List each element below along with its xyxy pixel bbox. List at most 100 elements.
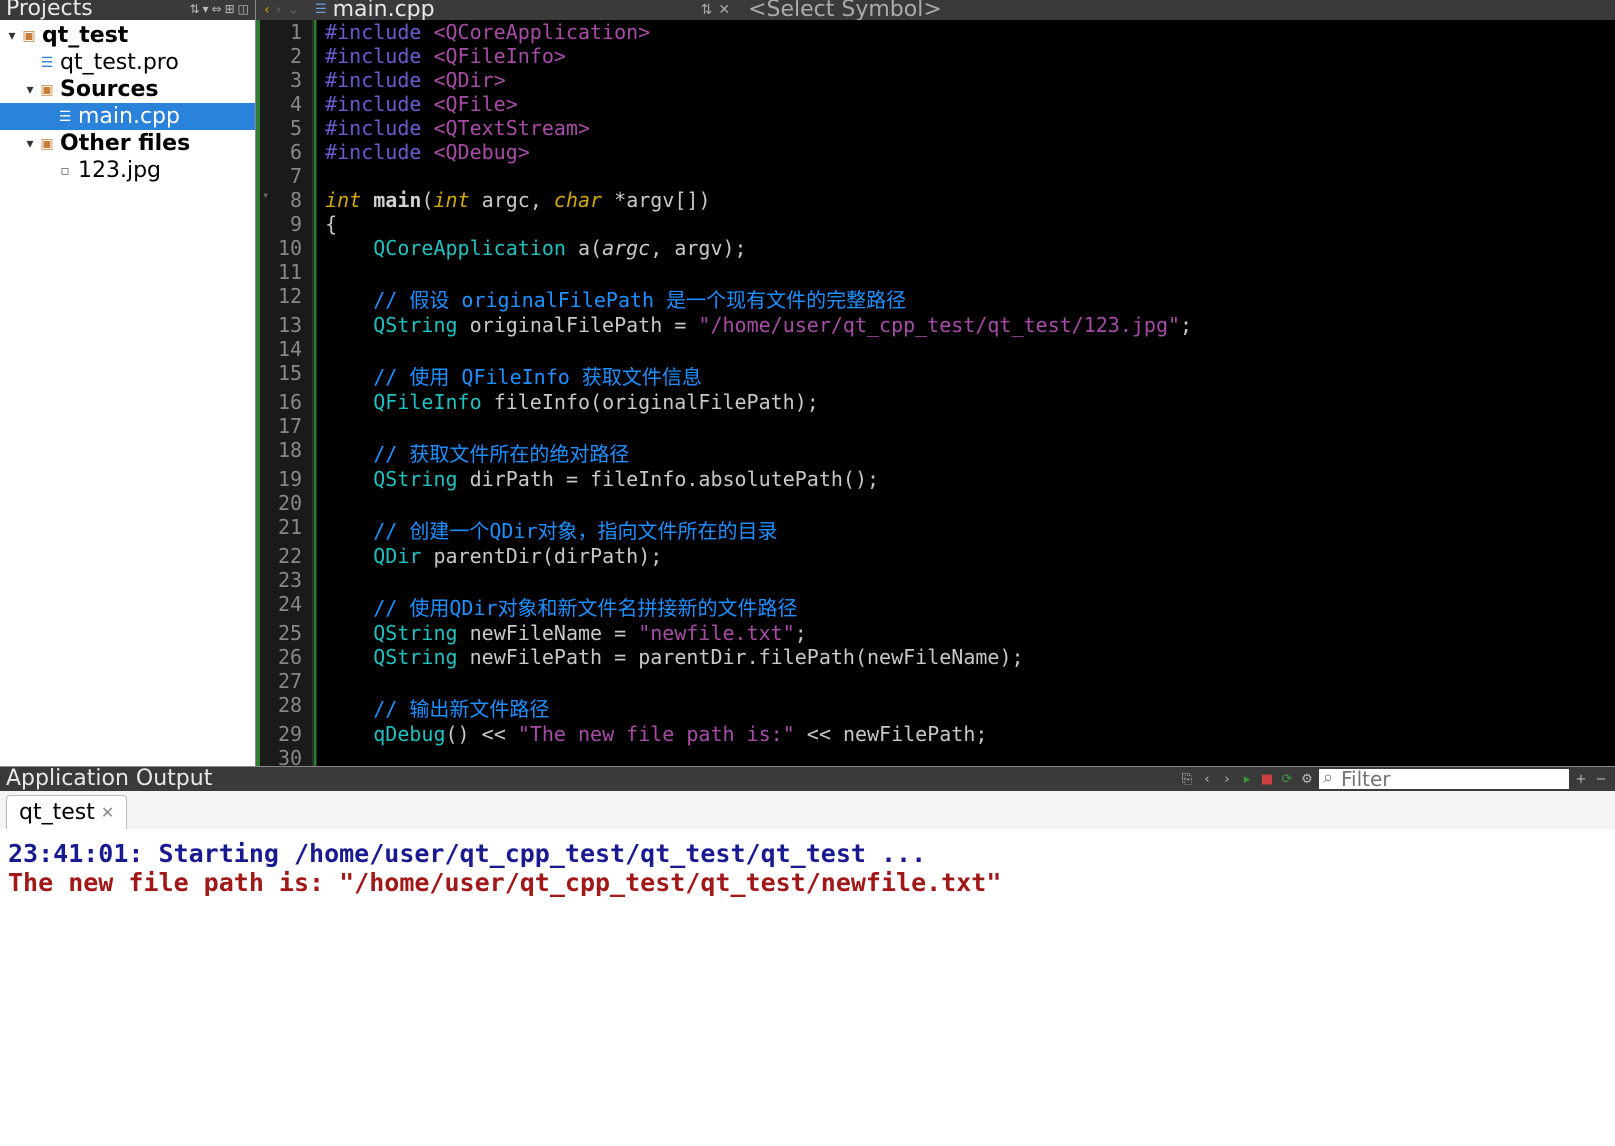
- line-number[interactable]: 6: [260, 140, 313, 164]
- filter-input[interactable]: [1319, 769, 1569, 789]
- output-tabs: qt_test ✕: [0, 791, 1615, 829]
- line-number[interactable]: 5: [260, 116, 313, 140]
- code-line[interactable]: #include <QDir>: [313, 68, 1615, 92]
- tree-other-folder[interactable]: ▾ ▣ Other files: [0, 130, 255, 157]
- expand-arrow-icon[interactable]: ▾: [22, 82, 38, 98]
- code-line[interactable]: [313, 337, 1615, 361]
- project-tree[interactable]: ▾ ▣ qt_test ☰ qt_test.pro ▾ ▣ Sources ☰ …: [0, 20, 255, 766]
- rerun-icon[interactable]: ⟳: [1279, 771, 1295, 787]
- line-number[interactable]: 3: [260, 68, 313, 92]
- line-number[interactable]: 4: [260, 92, 313, 116]
- line-number[interactable]: 28: [260, 693, 313, 722]
- sort-icon[interactable]: ⇅: [189, 3, 199, 15]
- code-line[interactable]: QString newFilePath = parentDir.filePath…: [313, 645, 1615, 669]
- output-tab[interactable]: qt_test ✕: [6, 795, 127, 829]
- code-line[interactable]: QString newFileName = "newfile.txt";: [313, 621, 1615, 645]
- line-number[interactable]: 15: [260, 361, 313, 390]
- code-line[interactable]: [313, 491, 1615, 515]
- attach-icon[interactable]: ⎘: [1179, 771, 1195, 787]
- nav-forward-icon[interactable]: ›: [274, 2, 284, 18]
- symbol-selector[interactable]: <Select Symbol>: [738, 4, 1615, 16]
- code-line[interactable]: [313, 746, 1615, 766]
- output-title: Application Output: [6, 772, 212, 786]
- next-icon[interactable]: ›: [1219, 771, 1235, 787]
- code-line[interactable]: // 获取文件所在的绝对路径: [313, 438, 1615, 467]
- line-number[interactable]: 13: [260, 313, 313, 337]
- line-number[interactable]: 11: [260, 260, 313, 284]
- output-header: Application Output ⎘ ‹ › ▸ ■ ⟳ ⚙ + −: [0, 767, 1615, 791]
- code-line[interactable]: QFileInfo fileInfo(originalFilePath);: [313, 390, 1615, 414]
- code-line[interactable]: #include <QFileInfo>: [313, 44, 1615, 68]
- code-line[interactable]: [313, 568, 1615, 592]
- prev-icon[interactable]: ‹: [1199, 771, 1215, 787]
- settings-icon[interactable]: ⚙: [1299, 771, 1315, 787]
- tree-image-file[interactable]: ▫ 123.jpg: [0, 157, 255, 184]
- code-line[interactable]: qDebug() << "The new file path is:" << n…: [313, 722, 1615, 746]
- nav-history-icon[interactable]: ⌄: [285, 2, 301, 18]
- line-number[interactable]: 16: [260, 390, 313, 414]
- code-line[interactable]: // 使用QDir对象和新文件名拼接新的文件路径: [313, 592, 1615, 621]
- close-icon[interactable]: ✕: [718, 4, 730, 16]
- code-line[interactable]: #include <QCoreApplication>: [313, 20, 1615, 44]
- stop-icon[interactable]: ■: [1259, 771, 1275, 787]
- output-tab-label: qt_test: [19, 800, 95, 825]
- tree-project-root[interactable]: ▾ ▣ qt_test: [0, 22, 255, 49]
- tab-dropdown-icon[interactable]: ⇅: [701, 4, 713, 16]
- code-line[interactable]: #include <QDebug>: [313, 140, 1615, 164]
- tree-main-cpp[interactable]: ☰ main.cpp: [0, 103, 255, 130]
- line-number[interactable]: 14: [260, 337, 313, 361]
- code-line[interactable]: [313, 260, 1615, 284]
- split-icon[interactable]: ◫: [238, 3, 249, 15]
- line-number[interactable]: 2: [260, 44, 313, 68]
- zoom-out-icon[interactable]: −: [1593, 771, 1609, 787]
- add-icon[interactable]: ⊞: [225, 3, 235, 15]
- line-number[interactable]: 30: [260, 746, 313, 766]
- line-number[interactable]: 10: [260, 236, 313, 260]
- line-number[interactable]: 29: [260, 722, 313, 746]
- line-number[interactable]: 20: [260, 491, 313, 515]
- code-editor[interactable]: 1#include <QCoreApplication>2#include <Q…: [256, 20, 1615, 766]
- close-icon[interactable]: ✕: [101, 803, 114, 822]
- expand-arrow-icon[interactable]: ▾: [4, 28, 20, 44]
- line-number[interactable]: 17: [260, 414, 313, 438]
- code-line[interactable]: {: [313, 212, 1615, 236]
- output-body[interactable]: 23:41:01: Starting /home/user/qt_cpp_tes…: [0, 829, 1615, 1146]
- line-number[interactable]: 19: [260, 467, 313, 491]
- line-number[interactable]: 26: [260, 645, 313, 669]
- nav-back-icon[interactable]: ‹: [262, 2, 272, 18]
- code-line[interactable]: [313, 669, 1615, 693]
- line-number[interactable]: 23: [260, 568, 313, 592]
- line-number[interactable]: 21: [260, 515, 313, 544]
- code-line[interactable]: int main(int argc, char *argv[]): [313, 188, 1615, 212]
- filter-icon[interactable]: ▾: [203, 3, 209, 15]
- line-number[interactable]: 12: [260, 284, 313, 313]
- line-number[interactable]: 24: [260, 592, 313, 621]
- tree-sources-folder[interactable]: ▾ ▣ Sources: [0, 76, 255, 103]
- code-line[interactable]: QString dirPath = fileInfo.absolutePath(…: [313, 467, 1615, 491]
- code-line[interactable]: QDir parentDir(dirPath);: [313, 544, 1615, 568]
- tree-pro-file[interactable]: ☰ qt_test.pro: [0, 49, 255, 76]
- code-line[interactable]: #include <QFile>: [313, 92, 1615, 116]
- expand-arrow-icon[interactable]: ▾: [22, 136, 38, 152]
- zoom-in-icon[interactable]: +: [1573, 771, 1589, 787]
- code-line[interactable]: // 假设 originalFilePath 是一个现有文件的完整路径: [313, 284, 1615, 313]
- editor-tab[interactable]: ☰ main.cpp ⇅ ✕: [307, 4, 738, 16]
- line-number[interactable]: 27: [260, 669, 313, 693]
- line-number[interactable]: 9: [260, 212, 313, 236]
- line-number[interactable]: 1: [260, 20, 313, 44]
- link-icon[interactable]: ⇔: [212, 3, 222, 15]
- run-icon[interactable]: ▸: [1239, 771, 1255, 787]
- code-line[interactable]: QString originalFilePath = "/home/user/q…: [313, 313, 1615, 337]
- code-line[interactable]: QCoreApplication a(argc, argv);: [313, 236, 1615, 260]
- line-number[interactable]: 7: [260, 164, 313, 188]
- line-number[interactable]: 8: [260, 188, 313, 212]
- code-line[interactable]: [313, 414, 1615, 438]
- code-line[interactable]: // 创建一个QDir对象，指向文件所在的目录: [313, 515, 1615, 544]
- line-number[interactable]: 25: [260, 621, 313, 645]
- code-line[interactable]: #include <QTextStream>: [313, 116, 1615, 140]
- code-line[interactable]: [313, 164, 1615, 188]
- line-number[interactable]: 22: [260, 544, 313, 568]
- line-number[interactable]: 18: [260, 438, 313, 467]
- code-line[interactable]: // 使用 QFileInfo 获取文件信息: [313, 361, 1615, 390]
- code-line[interactable]: // 输出新文件路径: [313, 693, 1615, 722]
